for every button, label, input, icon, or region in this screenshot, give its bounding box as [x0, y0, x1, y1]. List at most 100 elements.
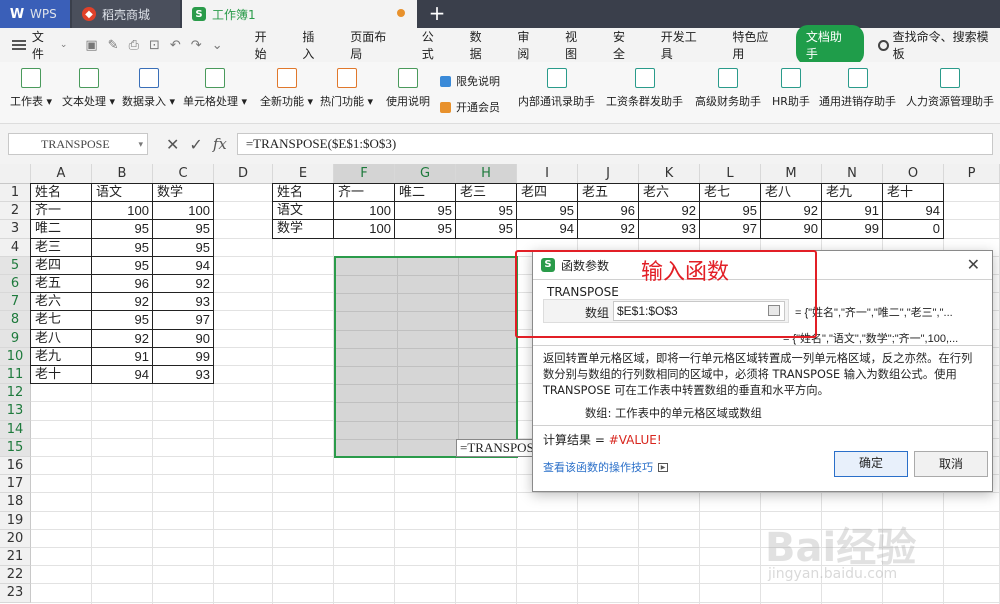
row-header-17[interactable]: 17 [0, 475, 31, 494]
table-cell[interactable]: 数学 [273, 220, 334, 238]
row-header-16[interactable]: 16 [0, 457, 31, 476]
table-cell[interactable]: 93 [153, 366, 214, 384]
menu-data[interactable]: 数据 [458, 28, 506, 62]
menu-page-layout[interactable]: 页面布局 [338, 28, 410, 62]
row-header-19[interactable]: 19 [0, 511, 31, 530]
column-header-j[interactable]: J [578, 164, 639, 184]
table-cell[interactable]: 100 [153, 202, 214, 220]
column-header-a[interactable]: A [31, 164, 92, 184]
row-header-8[interactable]: 8 [0, 311, 31, 330]
row-header-10[interactable]: 10 [0, 347, 31, 366]
table-cell[interactable]: 91 [92, 348, 153, 366]
format-painter-icon[interactable]: ✎ [108, 38, 119, 53]
table-cell[interactable]: 94 [92, 366, 153, 384]
table-cell[interactable]: 老九 [822, 184, 883, 202]
column-header-f[interactable]: F [334, 164, 395, 184]
column-header-p[interactable]: P [944, 164, 1000, 184]
menu-icon[interactable] [12, 40, 26, 50]
table-cell[interactable]: 100 [334, 220, 395, 238]
table-cell[interactable]: 95 [456, 202, 517, 220]
new-tab-button[interactable]: + [426, 2, 448, 24]
table-cell[interactable]: 老八 [761, 184, 822, 202]
print-preview-icon[interactable]: ⊡ [149, 38, 160, 53]
ribbon-hr-helper[interactable]: HR助手 [772, 68, 810, 109]
table-cell[interactable]: 94 [517, 220, 578, 238]
row-header-21[interactable]: 21 [0, 548, 31, 567]
print-icon[interactable]: ⎙ [129, 38, 139, 53]
row-header-2[interactable]: 2 [0, 202, 31, 221]
table-cell[interactable]: 老四 [31, 257, 92, 275]
ribbon-inventory-helper[interactable]: 通用进销存助手 [819, 68, 896, 109]
confirm-icon[interactable]: ✓ [189, 135, 202, 154]
tab-workbook[interactable]: S 工作簿1 [182, 0, 417, 28]
table-cell[interactable]: 93 [153, 293, 214, 311]
name-box[interactable]: TRANSPOSE ▾ [8, 133, 148, 155]
table-cell[interactable]: 老三 [31, 239, 92, 257]
menu-home[interactable]: 开始 [243, 28, 291, 62]
table-cell[interactable]: 95 [153, 239, 214, 257]
table-cell[interactable]: 老十 [31, 366, 92, 384]
column-header-e[interactable]: E [273, 164, 334, 184]
table-cell[interactable]: 92 [639, 202, 700, 220]
row-header-14[interactable]: 14 [0, 420, 31, 439]
table-header-cell[interactable]: 数学 [153, 184, 214, 202]
table-cell[interactable]: 老七 [31, 311, 92, 329]
tab-wps[interactable]: W WPS [0, 0, 70, 28]
column-header-c[interactable]: C [153, 164, 214, 184]
select-all-corner[interactable] [0, 164, 31, 184]
table-cell[interactable]: 95 [395, 220, 456, 238]
ribbon-contacts-helper[interactable]: 内部通讯录助手 [518, 68, 595, 109]
table-cell[interactable]: 92 [92, 330, 153, 348]
table-cell[interactable]: 老五 [31, 275, 92, 293]
column-header-l[interactable]: L [700, 164, 761, 184]
table-cell[interactable]: 90 [761, 220, 822, 238]
table-cell[interactable]: 95 [92, 311, 153, 329]
table-cell[interactable]: 老九 [31, 348, 92, 366]
ribbon-hrm-helper[interactable]: 人力资源管理助手 [906, 68, 994, 109]
ribbon-data-entry[interactable]: 数据录入 ▾ [122, 68, 175, 109]
table-cell[interactable]: 97 [153, 311, 214, 329]
row-header-18[interactable]: 18 [0, 493, 31, 512]
more-icon[interactable]: ⌄ [212, 38, 223, 53]
table-cell[interactable]: 92 [578, 220, 639, 238]
table-cell[interactable]: 97 [700, 220, 761, 238]
column-header-n[interactable]: N [822, 164, 883, 184]
table-cell[interactable]: 95 [456, 220, 517, 238]
column-header-k[interactable]: K [639, 164, 700, 184]
table-cell[interactable]: 92 [92, 293, 153, 311]
ok-button[interactable]: 确定 [834, 451, 908, 477]
redo-icon[interactable]: ↷ [191, 38, 202, 53]
menu-view[interactable]: 视图 [553, 28, 601, 62]
column-header-o[interactable]: O [883, 164, 944, 184]
menu-formulas[interactable]: 公式 [410, 28, 458, 62]
ribbon-payslip-helper[interactable]: 工资条群发助手 [606, 68, 683, 109]
table-cell[interactable]: 100 [334, 202, 395, 220]
command-search[interactable]: 查找命令、搜索模板 [877, 28, 1000, 62]
row-header-20[interactable]: 20 [0, 529, 31, 548]
selected-range[interactable] [334, 255, 518, 458]
table-cell[interactable]: 92 [761, 202, 822, 220]
row-header-5[interactable]: 5 [0, 256, 31, 275]
close-icon[interactable]: ✕ [967, 255, 980, 274]
undo-icon[interactable]: ↶ [170, 38, 181, 53]
tab-store[interactable]: ◆ 稻壳商城 [72, 0, 180, 28]
chevron-down-icon[interactable]: ▾ [138, 134, 143, 154]
menu-insert[interactable]: 插入 [290, 28, 338, 62]
column-header-d[interactable]: D [214, 164, 273, 184]
table-cell[interactable]: 91 [822, 202, 883, 220]
table-cell[interactable]: 96 [578, 202, 639, 220]
table-cell[interactable]: 92 [153, 275, 214, 293]
table-cell[interactable]: 96 [92, 275, 153, 293]
row-header-9[interactable]: 9 [0, 329, 31, 348]
table-cell[interactable]: 语文 [273, 202, 334, 220]
table-cell[interactable]: 95 [92, 220, 153, 238]
menu-doc-helper[interactable]: 文档助手 [795, 25, 864, 65]
table-cell[interactable]: 唯二 [395, 184, 456, 202]
formula-input[interactable]: =TRANSPOSE($E$1:$O$3) [236, 133, 993, 155]
menu-security[interactable]: 安全 [601, 28, 649, 62]
row-header-1[interactable]: 1 [0, 184, 31, 203]
row-header-4[interactable]: 4 [0, 238, 31, 257]
column-header-b[interactable]: B [92, 164, 153, 184]
table-cell[interactable]: 93 [639, 220, 700, 238]
row-header-7[interactable]: 7 [0, 293, 31, 312]
